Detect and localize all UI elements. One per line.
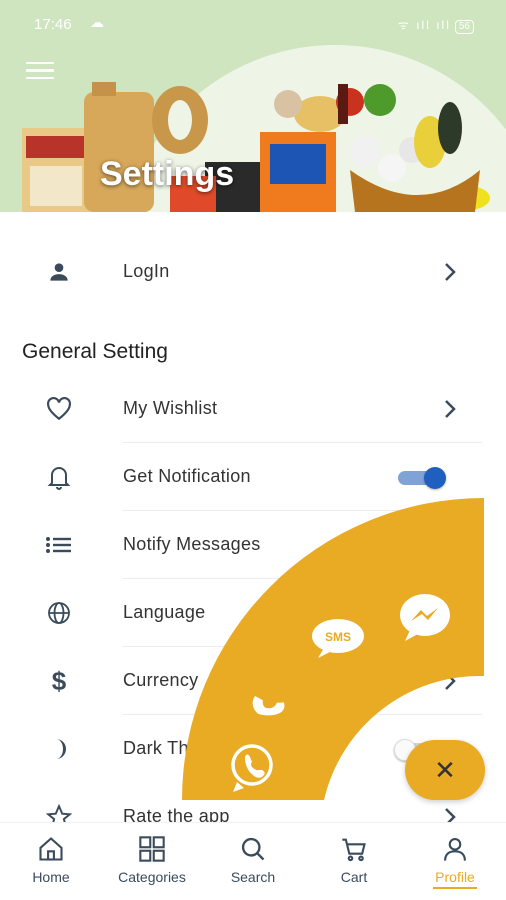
dark-theme-label: Dark Theme: [123, 738, 225, 758]
wishlist-label: My Wishlist: [123, 398, 218, 418]
nav-profile[interactable]: Profile: [405, 835, 505, 889]
profile-icon: [444, 838, 466, 861]
nav-cart-label: Cart: [340, 869, 368, 885]
status-icons: ᯤ ıll ıll 56: [398, 16, 474, 34]
nav-categories-label: Categories: [118, 869, 186, 885]
cloud-icon: ☁: [90, 14, 104, 30]
nav-categories[interactable]: Categories: [102, 835, 202, 885]
chevron-right-icon: [445, 536, 456, 554]
nav-profile-label: Profile: [435, 869, 475, 885]
home-icon: [39, 837, 63, 861]
currency-row[interactable]: $ Currency: [0, 647, 506, 715]
moon-icon: [44, 735, 74, 763]
battery-icon: 56: [454, 20, 474, 34]
notify-messages-label: Notify Messages: [123, 534, 261, 554]
notification-label: Get Notification: [123, 466, 251, 486]
grid-icon: [139, 836, 165, 862]
nav-search[interactable]: Search: [203, 835, 303, 885]
chevron-right-icon: [445, 400, 456, 418]
bottom-navigation: Home Categories Search Cart Profile: [0, 822, 506, 900]
nav-home-label: Home: [32, 869, 70, 885]
currency-label: Currency: [123, 670, 199, 690]
globe-icon: [44, 599, 74, 627]
signal-icon: ᯤ ıll ıll: [397, 18, 451, 32]
person-icon: [44, 258, 74, 286]
nav-cart[interactable]: Cart: [304, 835, 404, 885]
close-share-button[interactable]: ✕: [405, 740, 485, 800]
status-bar: 17:46 ☁ ᯤ ıll ıll 56: [0, 0, 506, 50]
bell-icon: [44, 463, 74, 491]
search-icon: [241, 837, 265, 861]
nav-home[interactable]: Home: [1, 835, 101, 885]
chevron-right-icon: [445, 263, 456, 281]
notify-messages-row[interactable]: Notify Messages: [0, 511, 506, 579]
cart-icon: [342, 838, 366, 862]
status-time: 17:46: [34, 16, 72, 33]
language-row[interactable]: Language: [0, 579, 506, 647]
wishlist-row[interactable]: My Wishlist: [0, 375, 506, 443]
close-icon: ✕: [434, 754, 456, 785]
dollar-icon: $: [51, 665, 67, 696]
nav-search-label: Search: [230, 869, 276, 885]
language-label: Language: [123, 602, 206, 622]
notification-toggle[interactable]: [398, 467, 448, 489]
login-label: LogIn: [123, 261, 170, 281]
notification-row: Get Notification: [0, 443, 506, 511]
page-title: Settings: [100, 155, 235, 193]
active-indicator: [433, 887, 477, 889]
menu-icon[interactable]: [26, 62, 54, 80]
chevron-right-icon: [445, 672, 456, 690]
login-row[interactable]: LogIn: [0, 238, 506, 306]
grocery-illustration: [22, 82, 490, 212]
general-setting-heading: General Setting: [22, 340, 168, 363]
list-icon: [44, 531, 74, 559]
heart-icon: [44, 395, 74, 423]
